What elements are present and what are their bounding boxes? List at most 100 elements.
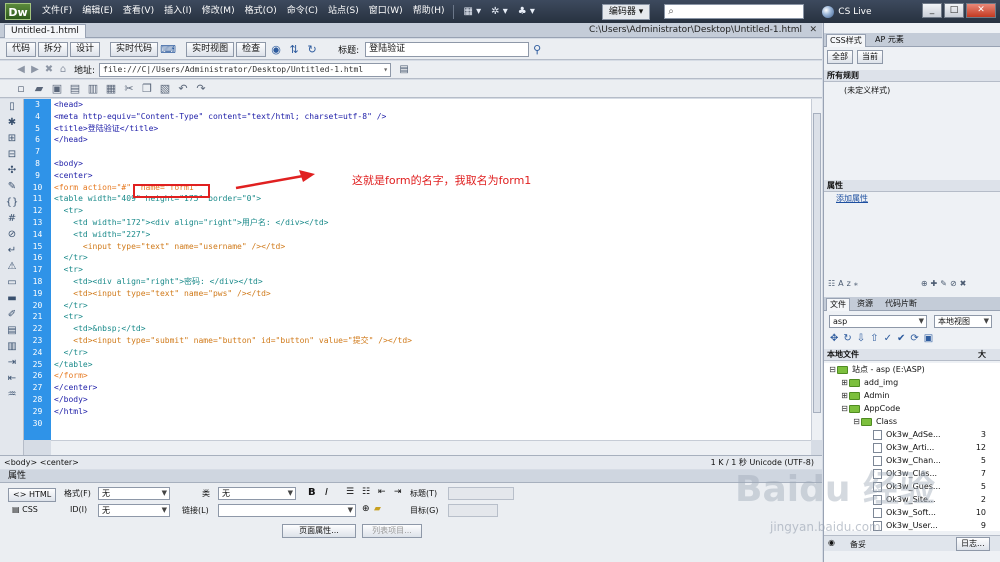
link-input[interactable]: ▼ (218, 504, 356, 517)
tab-ap-elements[interactable]: AP 元素 (872, 34, 907, 47)
az-sort-icon[interactable]: Az (838, 279, 854, 288)
redo-icon[interactable]: ↷ (192, 82, 210, 95)
menu-view[interactable]: 查看(V) (118, 0, 159, 23)
address-input[interactable]: file:///C|/Users/Administrator/Desktop/U… (99, 62, 392, 77)
log-button[interactable]: 日志... (956, 537, 990, 551)
file-tree-item[interactable]: Ok3w_Arti... 12 (824, 441, 1000, 454)
word-wrap-icon[interactable]: ↵ (0, 243, 24, 259)
menu-site[interactable]: 站点(S) (323, 0, 364, 23)
check-in-icon[interactable]: ✔ (897, 333, 910, 344)
open-documents-icon[interactable]: ▯ (0, 99, 24, 115)
file-tree-item[interactable]: ⊞ Admin (824, 389, 1000, 402)
expand-toggle-icon[interactable]: ⊟ (852, 415, 861, 428)
code-line[interactable]: </form> (51, 370, 811, 382)
code-line[interactable] (51, 146, 811, 158)
editor-vertical-scrollbar[interactable] (811, 99, 822, 440)
back-icon[interactable]: ◀ (14, 64, 28, 75)
code-line[interactable]: <tr> (51, 205, 811, 217)
code-editor[interactable]: <head> <meta http-equiv="Content-Type" co… (51, 99, 811, 440)
menu-modify[interactable]: 修改(M) (197, 0, 240, 23)
menu-insert[interactable]: 插入(I) (159, 0, 197, 23)
refresh-icon[interactable]: ↻ (304, 42, 320, 57)
indent-text-icon[interactable]: ⇥ (394, 487, 402, 497)
file-tree-item[interactable]: Ok3w_User... 9 (824, 519, 1000, 532)
html-mode-button[interactable]: <> HTML (8, 488, 57, 502)
connect-icon[interactable]: ✥ (830, 333, 843, 344)
code-line[interactable]: </tr> (51, 347, 811, 359)
editor-horizontal-scrollbar[interactable] (51, 440, 811, 455)
code-line[interactable]: <td width="172"><div align="right">用户名: … (51, 217, 811, 229)
file-tree-item[interactable]: ⊟ Class (824, 415, 1000, 428)
point-to-file-icon[interactable]: ⊕ (362, 504, 370, 514)
file-tree-item[interactable]: Ok3w_Gues... 5 (824, 480, 1000, 493)
tab-css-styles[interactable]: CSS样式 (826, 34, 866, 47)
tab-snippets[interactable]: 代码片断 (882, 298, 920, 311)
print-icon[interactable]: ▦ (102, 82, 120, 95)
live-view-button[interactable]: 实时视图 (186, 41, 235, 57)
check-out-icon[interactable]: ✓ (884, 333, 897, 344)
cs-live-button[interactable]: CS Live (822, 5, 872, 18)
inspect-button[interactable]: 检查 (236, 41, 267, 57)
file-tree-item[interactable]: Ok3w_AdSe... 3 (824, 428, 1000, 441)
select-parent-tag-icon[interactable]: ✎ (0, 179, 24, 195)
file-tree-item[interactable]: ⊞ add_img (824, 376, 1000, 389)
save-all-icon[interactable]: ▥ (84, 82, 102, 95)
code-line[interactable]: </tr> (51, 300, 811, 312)
menu-file[interactable]: 文件(F) (37, 0, 77, 23)
code-view-button[interactable]: 代码 (6, 41, 37, 57)
scrollbar-thumb[interactable] (813, 113, 821, 413)
file-tree-item[interactable]: Ok3w_Soft... 10 (824, 506, 1000, 519)
site-icon[interactable]: ♣ ▾ (513, 0, 540, 23)
remove-comment-icon[interactable]: ▬ (0, 291, 24, 307)
list-item-button[interactable]: 列表项目... (362, 524, 422, 538)
minimize-button[interactable]: _ (922, 3, 942, 18)
format-select[interactable]: 无 ▼ (98, 487, 170, 500)
code-line[interactable]: </head> (51, 134, 811, 146)
cut-icon[interactable]: ✂ (120, 82, 138, 95)
menu-window[interactable]: 窗口(W) (364, 0, 408, 23)
file-tree-item[interactable]: ⊟ AppCode (824, 402, 1000, 415)
title-field-input[interactable] (448, 487, 514, 500)
add-property-link[interactable]: 添加属性 (836, 193, 868, 204)
delete-rule-icon[interactable]: ✖ (960, 279, 970, 288)
all-rules-button[interactable]: 全部 (827, 50, 853, 64)
format-source-icon[interactable]: ♒ (0, 387, 24, 403)
split-view-button[interactable]: 拆分 (38, 41, 69, 57)
code-line[interactable]: <tr> (51, 311, 811, 323)
edit-rule-icon[interactable]: ✎ (940, 279, 950, 288)
undo-icon[interactable]: ↶ (174, 82, 192, 95)
highlight-invalid-icon[interactable]: ⊘ (0, 227, 24, 243)
attach-style-icon[interactable]: ⊕ (921, 279, 931, 288)
balance-braces-icon[interactable]: {} (0, 195, 24, 211)
menu-format[interactable]: 格式(O) (240, 0, 282, 23)
file-tree-item[interactable]: Ok3w_Chan... 5 (824, 454, 1000, 467)
copy-icon[interactable]: ❐ (138, 82, 156, 95)
new-rule-icon[interactable]: ✚ (931, 279, 941, 288)
code-line[interactable]: </table> (51, 359, 811, 371)
menu-commands[interactable]: 命令(C) (282, 0, 323, 23)
code-line[interactable]: <body> (51, 158, 811, 170)
code-line[interactable]: <td><div align="right">密码: </div></td> (51, 276, 811, 288)
syntax-error-icon[interactable]: ⚠ (0, 259, 24, 275)
document-close-icon[interactable]: ✕ (809, 25, 817, 35)
css-mode-button[interactable]: ▤ CSS (12, 505, 38, 514)
page-title-input[interactable]: 登陆验证 (365, 41, 530, 57)
globe-preview-icon[interactable]: ◉ (268, 42, 284, 57)
chevron-down-icon[interactable]: ▾ (383, 64, 388, 76)
maximize-button[interactable]: □ (944, 3, 964, 18)
expand-toggle-icon[interactable]: ⊟ (828, 363, 837, 376)
file-tree-item[interactable]: Ok3w_Clas... 7 (824, 467, 1000, 480)
current-rules-button[interactable]: 当前 (857, 50, 883, 64)
code-line[interactable]: </body> (51, 394, 811, 406)
browse-bridge-icon[interactable]: ▣ (48, 82, 66, 95)
page-properties-button[interactable]: 页面属性... (282, 524, 356, 538)
code-line[interactable]: <title>登陆验证</title> (51, 123, 811, 135)
code-line[interactable]: </html> (51, 406, 811, 418)
menu-edit[interactable]: 编辑(E) (77, 0, 118, 23)
put-files-icon[interactable]: ⇧ (870, 333, 883, 344)
file-tree-item[interactable]: ⊟ 站点 - asp (E:\ASP) (824, 363, 1000, 376)
sync-icon[interactable]: ⟳ (910, 333, 923, 344)
design-view-button[interactable]: 设计 (70, 41, 101, 57)
code-line[interactable]: <td width="227"> (51, 229, 811, 241)
disable-rule-icon[interactable]: ⊘ (950, 279, 960, 288)
